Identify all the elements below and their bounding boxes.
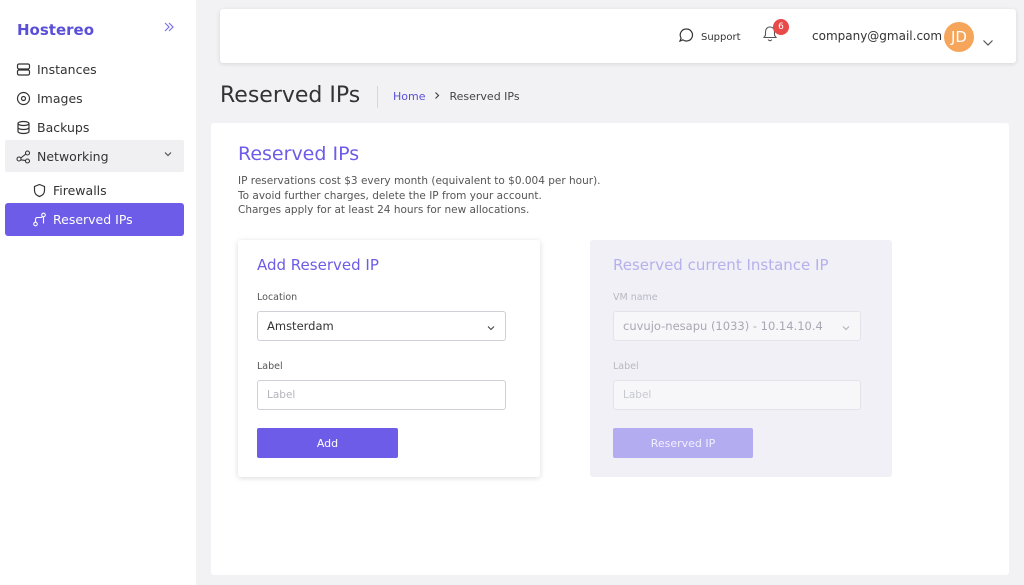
location-value: Amsterdam: [267, 319, 334, 333]
description-line: IP reservations cost $3 every month (equ…: [238, 175, 601, 187]
sidebar-item-reserved-ips[interactable]: Reserved IPs: [5, 203, 184, 236]
page-title: Reserved IPs: [220, 83, 361, 108]
sidebar-item-images[interactable]: Images: [5, 83, 184, 113]
breadcrumb: Home Reserved IPs: [393, 90, 520, 103]
location-select[interactable]: Amsterdam: [257, 311, 506, 341]
avatar[interactable]: JD: [944, 22, 974, 52]
vm-name-label: VM name: [613, 292, 658, 303]
main-panel: Reserved IPs IP reservations cost $3 eve…: [211, 123, 1009, 575]
user-email[interactable]: company@gmail.com: [812, 29, 942, 43]
add-reserved-ip-card: Add Reserved IP Location Amsterdam Label…: [238, 240, 540, 477]
card-title: Reserved current Instance IP: [613, 256, 829, 274]
support-label: Support: [701, 31, 741, 43]
chevron-right-icon: [433, 91, 441, 103]
add-button[interactable]: Add: [257, 428, 398, 458]
label-input[interactable]: [257, 380, 506, 410]
panel-title: Reserved IPs: [238, 143, 360, 165]
description-line: Charges apply for at least 24 hours for …: [238, 204, 530, 216]
sidebar-item-backups[interactable]: Backups: [5, 112, 184, 142]
sidebar-item-label: Images: [37, 90, 83, 106]
pricing-description: IP reservations cost $3 every month (equ…: [238, 174, 601, 218]
sidebar: Hostereo Instances Images Backups Networ…: [0, 0, 196, 585]
vm-name-value: cuvujo-nesapu (1033) - 10.14.10.4: [623, 319, 823, 333]
notification-badge: 6: [773, 19, 789, 35]
sidebar-item-label: Backups: [37, 119, 90, 135]
sidebar-item-label: Reserved IPs: [53, 212, 133, 227]
vm-name-select[interactable]: cuvujo-nesapu (1033) - 10.14.10.4: [613, 311, 861, 341]
sidebar-item-label: Instances: [37, 61, 97, 77]
sidebar-item-networking[interactable]: Networking: [5, 140, 184, 172]
title-divider: [377, 86, 378, 108]
label-field-label: Label: [257, 361, 283, 372]
share-icon: [15, 148, 31, 164]
sidebar-item-label: Networking: [37, 148, 109, 164]
shield-icon: [31, 182, 47, 198]
card-title: Add Reserved IP: [257, 256, 379, 274]
sidebar-item-firewalls[interactable]: Firewalls: [5, 175, 184, 205]
server-icon: [15, 61, 31, 77]
label-input[interactable]: [613, 380, 861, 410]
route-icon: [31, 212, 47, 228]
disc-icon: [15, 90, 31, 106]
reserve-instance-ip-card: Reserved current Instance IP VM name cuv…: [590, 240, 892, 477]
support-link[interactable]: Support: [678, 27, 741, 47]
description-line: To avoid further charges, delete the IP …: [238, 189, 542, 202]
location-label: Location: [257, 292, 298, 303]
database-icon: [15, 119, 31, 135]
reserved-ip-button[interactable]: Reserved IP: [613, 428, 753, 458]
top-bar: Support 6 company@gmail.com JD: [220, 9, 1016, 63]
chevron-down-icon: [841, 322, 851, 336]
sidebar-item-label: Firewalls: [53, 182, 107, 198]
double-chevron-right-icon[interactable]: [162, 20, 176, 38]
chat-bubble-icon: [678, 27, 701, 47]
breadcrumb-home-link[interactable]: Home: [393, 90, 425, 103]
brand-logo[interactable]: Hostereo: [17, 21, 94, 39]
sidebar-item-instances[interactable]: Instances: [5, 54, 184, 84]
breadcrumb-current: Reserved IPs: [449, 90, 520, 103]
chevron-down-icon: [486, 322, 496, 336]
chevron-down-icon: [162, 148, 174, 163]
chevron-down-icon[interactable]: [982, 33, 994, 52]
label-field-label: Label: [613, 361, 639, 372]
